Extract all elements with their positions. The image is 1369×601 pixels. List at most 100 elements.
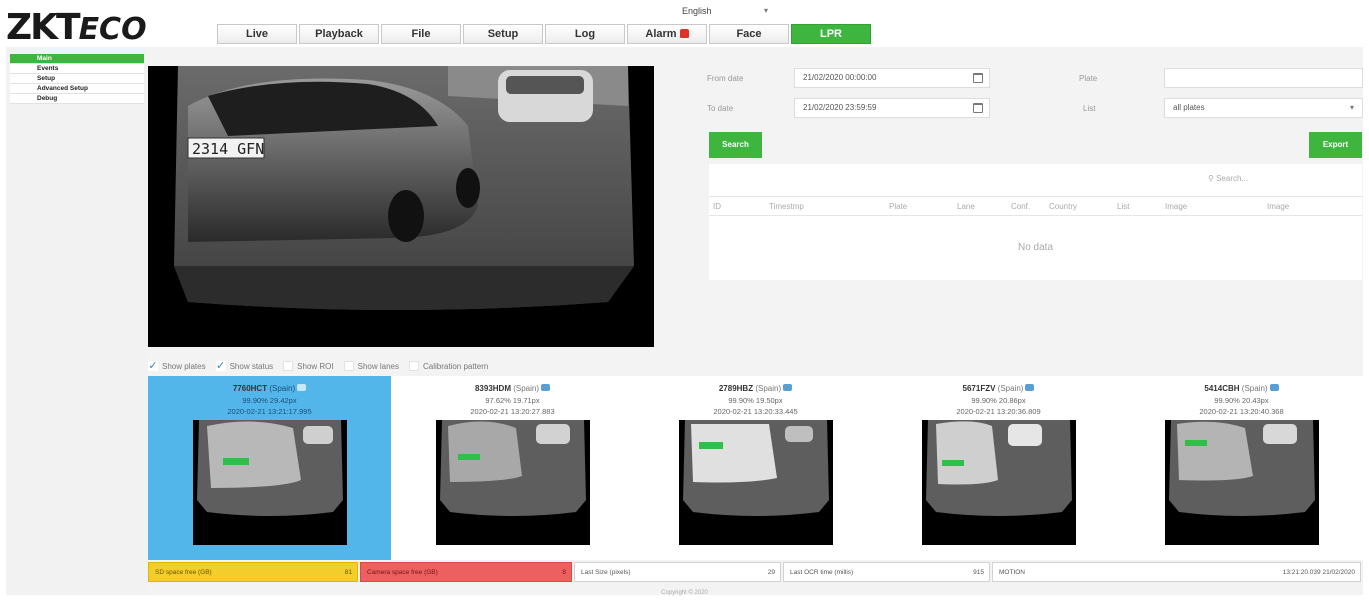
card-plate: 8393HDM	[474, 384, 511, 393]
table-header: ID Timestmp Plate Lane Conf. Country Lis…	[709, 196, 1362, 216]
view-icon[interactable]	[541, 384, 551, 391]
card-timestamp: 2020-02-21 13:20:36.809	[956, 407, 1041, 416]
view-icon[interactable]	[1269, 384, 1279, 391]
tab-label: Face	[736, 28, 762, 40]
card-plate-line: 8393HDM (Spain)	[391, 384, 634, 393]
checkbox-empty-icon	[343, 361, 354, 371]
column-timestamp[interactable]: Timestmp	[769, 197, 804, 217]
list-select[interactable]: all plates ▾	[1164, 98, 1363, 118]
to-date-input[interactable]: 21/02/2020 23:59:59	[794, 98, 990, 118]
card-plate: 7760HCT	[232, 384, 268, 393]
detection-card[interactable]: 7760HCT (Spain) 99.90% 29.42px 2020-02-2…	[148, 376, 391, 560]
last-size-value: 29	[767, 569, 775, 576]
card-timestamp: 2020-02-21 13:20:27.883	[470, 407, 555, 416]
list-label: List	[1083, 104, 1096, 113]
tab-label: Log	[574, 28, 596, 40]
from-date-label: From date	[707, 74, 744, 83]
thumbnail-image	[683, 420, 829, 516]
alarm-bell-icon	[679, 29, 689, 38]
table-search-placeholder: Search...	[1216, 174, 1249, 183]
show-status-checkbox[interactable]: ✓ Show status	[215, 361, 273, 372]
card-thumbnail	[436, 420, 590, 545]
sidebar-item-main[interactable]: Main	[10, 54, 144, 64]
detection-card[interactable]: 5671FZV (Spain) 99.90% 20.86px 2020-02-2…	[877, 376, 1120, 560]
checkbox-empty-icon	[409, 361, 419, 371]
detection-card[interactable]: 5414CBH (Spain) 99.90% 20.43px 2020-02-2…	[1120, 376, 1363, 560]
card-country: (Spain)	[513, 384, 540, 393]
last-size-status: Last Size (pixels) 29	[574, 562, 781, 582]
plate-input[interactable]	[1164, 68, 1363, 88]
card-plate: 2789HBZ	[718, 384, 754, 393]
sidebar-item-advanced-setup[interactable]: Advanced Setup	[10, 84, 144, 94]
sd-space-value: 81	[344, 569, 352, 576]
overlay-options: ✓ Show plates ✓ Show status Show ROI Show …	[148, 358, 498, 374]
ocr-time-value: 915	[973, 569, 984, 576]
thumbnail-image	[440, 420, 586, 516]
table-search-input[interactable]: ⚲ Search...	[1202, 168, 1352, 190]
tab-alarm[interactable]: Alarm	[627, 24, 707, 44]
tab-setup[interactable]: Setup	[463, 24, 543, 44]
detection-card[interactable]: 2789HBZ (Spain) 99.90% 19.50px 2020-02-2…	[634, 376, 877, 560]
show-roi-checkbox[interactable]: Show ROI	[283, 361, 334, 371]
camera-space-label: Camera space free (GB)	[367, 569, 438, 576]
sidebar-item-debug[interactable]: Debug	[10, 94, 144, 104]
card-country: (Spain)	[755, 384, 782, 393]
column-plate[interactable]: Plate	[889, 197, 907, 217]
view-icon[interactable]	[783, 384, 793, 391]
card-country: (Spain)	[269, 384, 296, 393]
card-country: (Spain)	[1241, 384, 1268, 393]
sd-space-status: SD space free (GB) 81	[148, 562, 358, 582]
tab-label: Alarm	[645, 28, 677, 40]
tab-label: Playback	[315, 28, 363, 40]
card-confidence: 99.90% 20.86px	[971, 396, 1026, 405]
view-icon[interactable]	[1025, 384, 1035, 391]
search-button[interactable]: Search	[709, 132, 762, 158]
sidebar-item-setup[interactable]: Setup	[10, 74, 144, 84]
column-lane[interactable]: Lane	[957, 197, 975, 217]
motion-label: MOTION	[999, 569, 1025, 576]
column-country[interactable]: Country	[1049, 197, 1077, 217]
tab-log[interactable]: Log	[545, 24, 625, 44]
language-select[interactable]: English ▾	[674, 3, 778, 19]
column-image[interactable]: Image	[1165, 197, 1187, 217]
tab-lpr[interactable]: LPR	[791, 24, 871, 44]
tab-live[interactable]: Live	[217, 24, 297, 44]
from-date-input[interactable]: 21/02/2020 00:00:00	[794, 68, 990, 88]
calendar-icon[interactable]	[973, 73, 983, 83]
calibration-pattern-checkbox[interactable]: Calibration pattern	[409, 361, 488, 371]
from-date-value: 21/02/2020 00:00:00	[803, 73, 877, 82]
export-button[interactable]: Export	[1309, 132, 1362, 158]
tab-label: File	[411, 28, 431, 40]
column-image[interactable]: Image	[1267, 197, 1289, 217]
thumbnail-image	[926, 420, 1072, 516]
column-id[interactable]: ID	[713, 197, 721, 217]
column-list[interactable]: List	[1117, 197, 1129, 217]
motion-status: MOTION 13:21:20.039 21/02/2020	[992, 562, 1361, 582]
show-plates-checkbox[interactable]: ✓ Show plates	[148, 361, 206, 372]
main-tabs: Live Playback File Setup Log Alarm Face …	[217, 24, 873, 45]
tab-playback[interactable]: Playback	[299, 24, 379, 44]
card-plate-line: 5671FZV (Spain)	[877, 384, 1120, 393]
to-date-value: 21/02/2020 23:59:59	[803, 103, 877, 112]
tab-label: Setup	[487, 28, 519, 40]
live-video-frame: 2314 GFN	[174, 66, 634, 310]
card-confidence: 99.90% 29.42px	[242, 396, 297, 405]
tab-file[interactable]: File	[381, 24, 461, 44]
logo-eco-text: ECO	[78, 12, 147, 47]
calendar-icon[interactable]	[973, 103, 983, 113]
card-timestamp: 2020-02-21 13:20:40.368	[1199, 407, 1284, 416]
language-value: English	[682, 6, 712, 16]
to-date-label: To date	[707, 104, 734, 113]
column-conf[interactable]: Conf.	[1011, 197, 1030, 217]
show-lanes-checkbox[interactable]: Show lanes	[343, 361, 399, 371]
tab-face[interactable]: Face	[709, 24, 789, 44]
card-thumbnail	[922, 420, 1076, 545]
tab-label: Live	[245, 28, 268, 40]
view-icon[interactable]	[297, 384, 307, 391]
no-data-text: No data	[1017, 242, 1054, 253]
sidebar-item-events[interactable]: Events	[10, 64, 144, 74]
zkteco-logo: ZKTECO	[6, 10, 147, 48]
card-plate: 5414CBH	[1204, 384, 1240, 393]
plate-label: Plate	[1079, 74, 1098, 83]
detection-card[interactable]: 8393HDM (Spain) 97.62% 19.71px 2020-02-2…	[391, 376, 634, 560]
